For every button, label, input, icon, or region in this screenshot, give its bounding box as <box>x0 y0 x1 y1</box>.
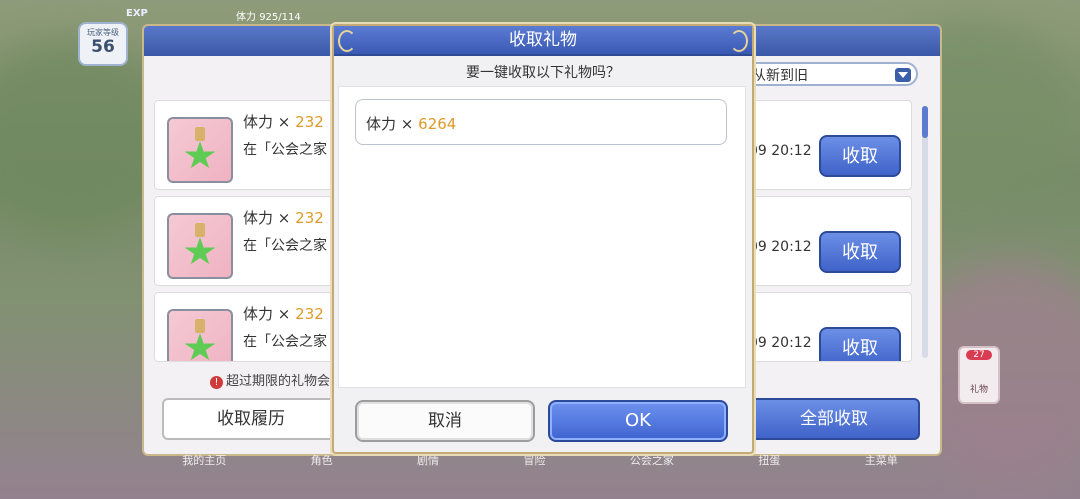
stamina-value: 925/114 <box>259 12 301 23</box>
bottom-navigation: 我的主页 角色 剧情 冒险 公会之家 扭蛋 主菜单 <box>140 452 940 472</box>
gift-date: 09 20:12 <box>749 335 812 351</box>
stamina-potion-icon <box>167 309 233 361</box>
reward-amount: 6264 <box>418 115 457 133</box>
gift-name: 体力 × 232 <box>243 305 324 323</box>
gift-name: 体力 × 232 <box>243 113 324 131</box>
reward-text: 体力 × 6264 <box>366 113 456 134</box>
exp-label: EXP <box>126 8 148 19</box>
gift-date: 09 20:12 <box>749 239 812 255</box>
gift-description: 在「公会之家 <box>243 334 327 350</box>
claim-button[interactable]: 收取 <box>819 135 901 177</box>
claim-button[interactable]: 收取 <box>819 327 901 361</box>
gift-list-scrollbar[interactable] <box>922 106 928 358</box>
gift-count-badge: 27 <box>966 350 992 360</box>
sort-order-select[interactable]: 从新到旧 <box>744 62 918 86</box>
chevron-down-icon <box>895 68 911 82</box>
nav-characters[interactable]: 角色 <box>311 452 333 472</box>
dialog-question: 要一键收取以下礼物吗？ <box>466 65 620 81</box>
claim-all-button[interactable]: 全部收取 <box>748 398 920 440</box>
reward-multiplier: × <box>400 115 414 133</box>
cancel-button[interactable]: 取消 <box>355 400 535 442</box>
gift-shortcut-label: 礼物 <box>969 385 988 395</box>
gift-description: 在「公会之家 <box>243 142 327 158</box>
gift-name: 体力 × 232 <box>243 209 324 227</box>
nav-story[interactable]: 剧情 <box>417 452 439 472</box>
gift-date: 09 20:12 <box>749 143 812 159</box>
reward-name: 体力 <box>366 115 397 133</box>
stamina-label: 体力 <box>236 12 256 23</box>
nav-gacha[interactable]: 扭蛋 <box>758 452 780 472</box>
alert-icon: ! <box>210 376 223 389</box>
nav-guild-house[interactable]: 公会之家 <box>630 452 674 472</box>
gift-description: 在「公会之家 <box>243 238 327 254</box>
reward-list: 体力 × 6264 <box>338 86 746 388</box>
dialog-header: 收取礼物 <box>334 26 752 56</box>
claim-gift-dialog: 收取礼物 要一键收取以下礼物吗？ 体力 × 6264 取消 OK <box>332 24 754 454</box>
claim-history-button[interactable]: 收取履历 <box>162 398 340 440</box>
stamina-readout: 体力 925/114 <box>236 8 301 23</box>
dialog-title: 收取礼物 <box>509 30 577 50</box>
expiry-warning: ! 超过期限的礼物会 <box>210 370 330 389</box>
sort-order-value: 从新到旧 <box>752 68 808 84</box>
stamina-potion-icon <box>167 117 233 183</box>
claim-button[interactable]: 收取 <box>819 231 901 273</box>
reward-item: 体力 × 6264 <box>355 99 727 145</box>
scrollbar-thumb[interactable] <box>922 106 928 138</box>
player-level-badge: 玩家等级 56 <box>78 22 128 66</box>
stamina-potion-icon <box>167 213 233 279</box>
gift-box-shortcut[interactable]: 27 礼物 <box>958 346 1000 404</box>
ok-button[interactable]: OK <box>548 400 728 442</box>
nav-adventure[interactable]: 冒险 <box>523 452 545 472</box>
nav-main-menu[interactable]: 主菜单 <box>865 452 898 472</box>
ornament-icon <box>730 30 748 52</box>
nav-my-page[interactable]: 我的主页 <box>182 452 226 472</box>
player-level-value: 56 <box>91 37 115 57</box>
